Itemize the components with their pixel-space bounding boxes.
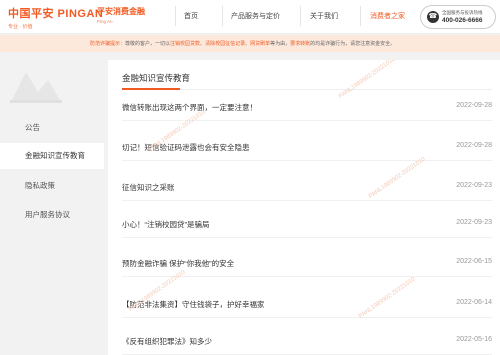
article-title[interactable]: 预防金融诈骗 保护“你我他”的安全 bbox=[122, 258, 234, 269]
sidebar-item-user-agreement[interactable]: 用户服务协议 bbox=[0, 202, 104, 228]
phone-icon: ☎ bbox=[427, 11, 439, 23]
sidebar-decoration-icon bbox=[10, 72, 62, 103]
sidebar-item-announcements[interactable]: 公告 bbox=[0, 115, 104, 141]
article-date: 2022-06-14 bbox=[456, 299, 492, 306]
notice-highlight-3: 网贷刷单 bbox=[250, 41, 271, 47]
notice-highlight-2: 清除校园征信记录 bbox=[205, 41, 246, 47]
article-date: 2022-05-16 bbox=[456, 336, 492, 343]
nav-divider bbox=[222, 6, 223, 26]
nav-divider bbox=[175, 6, 176, 26]
article-row[interactable]: 【防范非法集资】守住钱袋子，护好幸福家 2022-06-14 bbox=[122, 289, 492, 318]
nav-products-pricing[interactable]: 产品服务与定价 bbox=[231, 11, 280, 21]
article-row[interactable]: 微信转账出现这两个界面，一定要注意！ 2022-09-28 bbox=[122, 92, 492, 121]
sidebar-item-financial-education[interactable]: 金融知识宣传教育 bbox=[0, 143, 104, 169]
nav-divider bbox=[360, 6, 361, 26]
article-date: 2022-09-23 bbox=[456, 219, 492, 226]
pingan-logo[interactable]: 中国平安 PINGAN 专业 · 价值 bbox=[8, 5, 104, 30]
article-date: 2022-09-23 bbox=[456, 182, 492, 189]
hotline-number: 400-026-6666 bbox=[442, 17, 483, 24]
article-row[interactable]: 《反有组织犯罪法》知多少 2022-05-16 bbox=[122, 326, 492, 355]
article-title[interactable]: 切记！短信验证码泄露也会有安全隐患 bbox=[122, 142, 250, 153]
site-header: 中国平安 PINGAN 专业 · 价值 平安消费金融 Ping An 首页 产品… bbox=[0, 0, 500, 34]
article-title[interactable]: 小心！“注销校园贷”是骗局 bbox=[122, 219, 210, 230]
notice-highlight-1: 注销校园贷款 bbox=[170, 41, 201, 47]
notice-text-1: 尊敬的客户，一切以 bbox=[125, 41, 171, 47]
article-title[interactable]: 《反有组织犯罪法》知多少 bbox=[122, 336, 212, 347]
nav-consumer-home[interactable]: 消费者之家 bbox=[370, 11, 405, 21]
nav-home[interactable]: 首页 bbox=[184, 11, 198, 21]
notice-prefix: 防范诈骗提示： bbox=[90, 41, 126, 47]
logo-subtext: 专业 · 价值 bbox=[8, 24, 33, 30]
brand-text: 平安消费金融 bbox=[97, 7, 145, 16]
article-row[interactable]: 征信知识之采账 2022-09-23 bbox=[122, 172, 492, 201]
article-date: 2022-09-28 bbox=[456, 142, 492, 149]
hotline-label: 全国服务与投诉热线 bbox=[442, 10, 483, 15]
article-date: 2022-06-15 bbox=[456, 258, 492, 265]
article-row[interactable]: 切记！短信验证码泄露也会有安全隐患 2022-09-28 bbox=[122, 132, 492, 161]
sidebar-item-privacy-policy[interactable]: 隐私政策 bbox=[0, 173, 104, 199]
sidebar: 公告 金融知识宣传教育 隐私政策 用户服务协议 bbox=[0, 60, 104, 355]
brand-logo[interactable]: 平安消费金融 Ping An bbox=[97, 6, 145, 24]
logo-text: 中国平安 PINGAN bbox=[8, 8, 104, 20]
notice-text-4: 等为由， bbox=[270, 41, 291, 47]
fraud-notice-bar: 防范诈骗提示：尊敬的客户，一切以注销校园贷款、清除校园征信记录、网贷刷单等为由，… bbox=[0, 35, 500, 52]
fraud-notice-text: 防范诈骗提示：尊敬的客户，一切以注销校园贷款、清除校园征信记录、网贷刷单等为由，… bbox=[90, 40, 395, 47]
title-underline bbox=[122, 88, 180, 90]
nav-divider bbox=[300, 6, 301, 26]
article-title[interactable]: 征信知识之采账 bbox=[122, 182, 175, 193]
nav-about-us[interactable]: 关于我们 bbox=[310, 11, 338, 21]
service-hotline[interactable]: ☎ 全国服务与投诉热线 400-026-6666 bbox=[420, 5, 496, 29]
main-content: 金融知识宣传教育 微信转账出现这两个界面，一定要注意！ 2022-09-28 切… bbox=[108, 60, 500, 355]
notice-text-5: 的均是诈骗行为，请您注意资金安全。 bbox=[310, 41, 396, 47]
article-date: 2022-09-28 bbox=[456, 102, 492, 109]
article-title[interactable]: 微信转账出现这两个界面，一定要注意！ bbox=[122, 102, 257, 113]
brand-subtext: Ping An bbox=[97, 19, 113, 24]
notice-highlight-4: 要求转账 bbox=[290, 41, 311, 47]
article-row[interactable]: 小心！“注销校园贷”是骗局 2022-09-23 bbox=[122, 209, 492, 238]
page-title: 金融知识宣传教育 bbox=[122, 73, 191, 83]
